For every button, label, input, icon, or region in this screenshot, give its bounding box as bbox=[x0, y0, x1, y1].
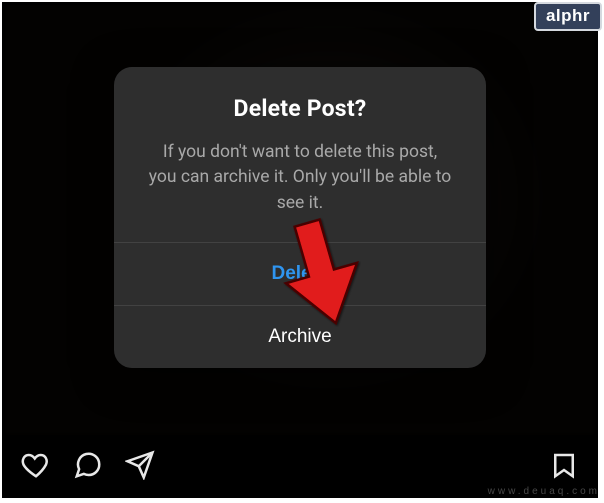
delete-button[interactable]: Delete bbox=[114, 243, 486, 305]
screenshot-frame: Delete Post? If you don't want to delete… bbox=[2, 2, 598, 498]
delete-post-modal: Delete Post? If you don't want to delete… bbox=[114, 67, 486, 368]
heart-icon[interactable] bbox=[19, 448, 53, 482]
paper-plane-icon[interactable] bbox=[123, 448, 157, 482]
watermark-text: www.deuaq.com bbox=[488, 486, 600, 497]
source-badge: alphr bbox=[534, 2, 602, 31]
bookmark-icon[interactable] bbox=[547, 448, 581, 482]
modal-title: Delete Post? bbox=[144, 95, 456, 122]
modal-header: Delete Post? bbox=[114, 67, 486, 130]
modal-message: If you don't want to delete this post, y… bbox=[114, 130, 486, 242]
comment-icon[interactable] bbox=[71, 448, 105, 482]
archive-button[interactable]: Archive bbox=[114, 306, 486, 368]
